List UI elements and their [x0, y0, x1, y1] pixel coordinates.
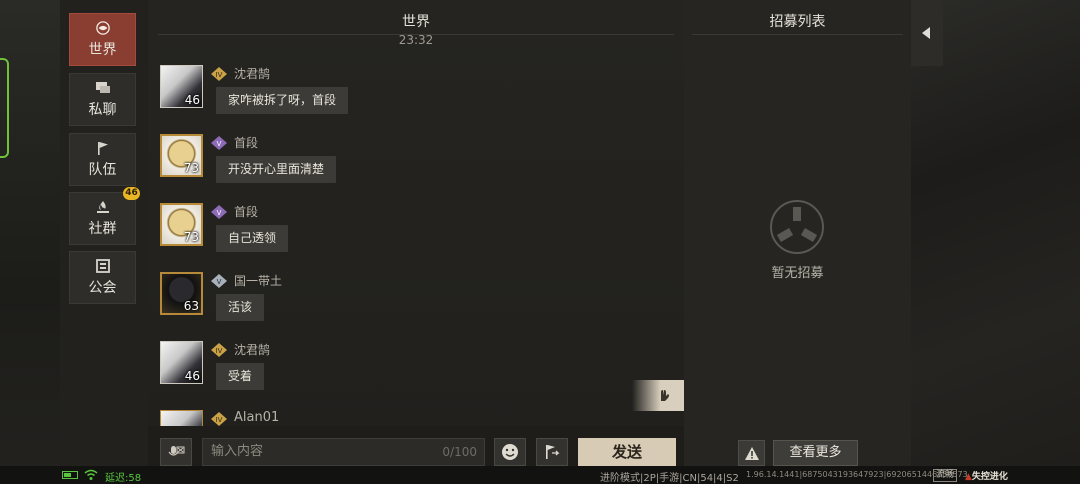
- svg-text:IV: IV: [216, 416, 223, 424]
- tab-world-label: 世界: [88, 41, 117, 58]
- rank-badge-icon: V: [211, 136, 227, 150]
- chat-message: 73 V 首段 开没开心里面清楚: [160, 134, 560, 194]
- flag-icon: [97, 141, 108, 155]
- rank-badge-icon: V: [211, 274, 227, 288]
- avatar[interactable]: 46: [160, 65, 203, 108]
- svg-text:V: V: [217, 278, 222, 286]
- left-background: [0, 0, 60, 484]
- empty-recruit-text: 暂无招募: [771, 266, 824, 281]
- hand-wave-icon: [661, 390, 669, 401]
- message-text: 受着: [216, 363, 265, 390]
- tab-world[interactable]: 世界: [69, 13, 136, 66]
- chat-message: 73 V 首段 自己透领: [160, 203, 560, 263]
- tab-team-label: 队伍: [88, 161, 117, 178]
- guild-banner-icon: [95, 258, 110, 273]
- chat-input-bar: 输入内容 0/100 发送: [148, 426, 684, 466]
- avatar[interactable]: 63: [160, 272, 203, 315]
- avatar[interactable]: 73: [160, 134, 203, 177]
- view-more-button[interactable]: 查看更多: [773, 440, 858, 466]
- message-text: 活该: [216, 294, 265, 321]
- warning-icon: [744, 446, 759, 460]
- avatar[interactable]: 73: [160, 203, 203, 246]
- game-mode-text: 进阶模式|2P|手游|CN|54|4|S2: [600, 473, 739, 484]
- quality-badge: 流畅: [933, 469, 958, 482]
- collapse-panel-button[interactable]: [911, 0, 943, 66]
- voice-toggle-button[interactable]: [160, 438, 192, 466]
- player-name[interactable]: 沈君鹄: [234, 65, 270, 82]
- report-button[interactable]: [738, 440, 765, 466]
- chat-input-field[interactable]: 输入内容 0/100: [202, 438, 485, 466]
- rank-badge-icon: IV: [211, 343, 227, 357]
- campfire-icon: [96, 200, 109, 213]
- chat-input-placeholder: 输入内容: [211, 444, 264, 459]
- chat-panel: 世界 23:32 46 IV 沈君鹄 家咋被拆了呀，首段 73 V 首段 开没开…: [148, 0, 684, 466]
- player-name[interactable]: 国一带土: [234, 272, 282, 289]
- arrow-left-icon: [922, 27, 930, 39]
- logo-text: 失控进化: [971, 472, 1008, 482]
- avatar[interactable]: [160, 410, 203, 426]
- emote-shortcut-tab[interactable]: [632, 380, 684, 411]
- message-text: 自己透领: [216, 225, 289, 252]
- empty-recruit-icon: [770, 200, 824, 254]
- recruit-panel: 招募列表 暂无招募 查看更多: [684, 0, 911, 466]
- player-name[interactable]: 首段: [234, 203, 258, 220]
- svg-text:V: V: [217, 140, 222, 148]
- mic-off-icon: [168, 446, 185, 456]
- player-level: 46: [184, 93, 200, 107]
- char-counter: 0/100: [442, 445, 477, 459]
- avatar[interactable]: 46: [160, 341, 203, 384]
- flag-share-icon: [546, 445, 560, 459]
- message-timestamp: 23:32: [398, 33, 434, 47]
- side-pull-handle[interactable]: [0, 58, 9, 158]
- player-name[interactable]: 沈君鹄: [234, 341, 270, 358]
- chat-message: IV Alan01: [160, 410, 560, 426]
- status-bar: 延迟:58 进阶模式|2P|手游|CN|54|4|S2 1.96.14.1441…: [0, 466, 1080, 484]
- divider: [692, 34, 903, 35]
- svg-text:IV: IV: [216, 347, 223, 355]
- recruit-title: 招募列表: [769, 14, 826, 30]
- logo-mark: ▲: [965, 472, 972, 482]
- notification-badge: 46: [123, 187, 140, 200]
- rank-badge-icon: IV: [211, 412, 227, 426]
- player-level: 46: [184, 369, 200, 383]
- chat-message: 46 IV 沈君鹄 家咋被拆了呀，首段: [160, 65, 560, 125]
- smiley-icon: [502, 444, 518, 460]
- player-name[interactable]: Alan01: [234, 410, 279, 425]
- message-text: 家咋被拆了呀，首段: [216, 87, 349, 114]
- tab-community[interactable]: 社群 46: [69, 187, 140, 245]
- chat-message: 46 IV 沈君鹄 受着: [160, 341, 560, 401]
- send-button[interactable]: 发送: [578, 438, 676, 466]
- tab-team[interactable]: 队伍: [69, 133, 136, 186]
- player-level: 73: [183, 230, 199, 244]
- emoji-button[interactable]: [494, 438, 526, 466]
- tab-community-label: 社群: [88, 220, 117, 237]
- player-name[interactable]: 首段: [234, 134, 258, 151]
- svg-text:IV: IV: [216, 71, 223, 79]
- wifi-icon: [84, 469, 98, 480]
- chat-title: 世界: [402, 14, 430, 30]
- tab-guild-label: 公会: [88, 279, 117, 296]
- svg-text:V: V: [217, 209, 222, 217]
- tab-guild[interactable]: 公会: [69, 251, 136, 304]
- chat-message: 63 V 国一带土 活该: [160, 272, 560, 332]
- game-background: [911, 0, 1080, 466]
- player-level: 73: [183, 161, 199, 175]
- tab-private-chat-label: 私聊: [88, 101, 117, 118]
- game-logo: ▲失控进化: [965, 469, 1008, 482]
- rank-badge-icon: IV: [211, 67, 227, 81]
- share-location-button[interactable]: [536, 438, 568, 466]
- tab-private-chat[interactable]: 私聊: [69, 73, 136, 126]
- channel-sidebar: 世界 私聊 队伍 社群 46 公会: [60, 0, 148, 466]
- message-text: 开没开心里面清楚: [216, 156, 337, 183]
- chat-bubble-icon: [95, 81, 110, 93]
- globe-icon: [95, 20, 110, 35]
- rank-badge-icon: V: [211, 205, 227, 219]
- battery-icon: [62, 471, 78, 479]
- latency-text: 延迟:58: [105, 473, 142, 484]
- player-level: 63: [183, 299, 199, 313]
